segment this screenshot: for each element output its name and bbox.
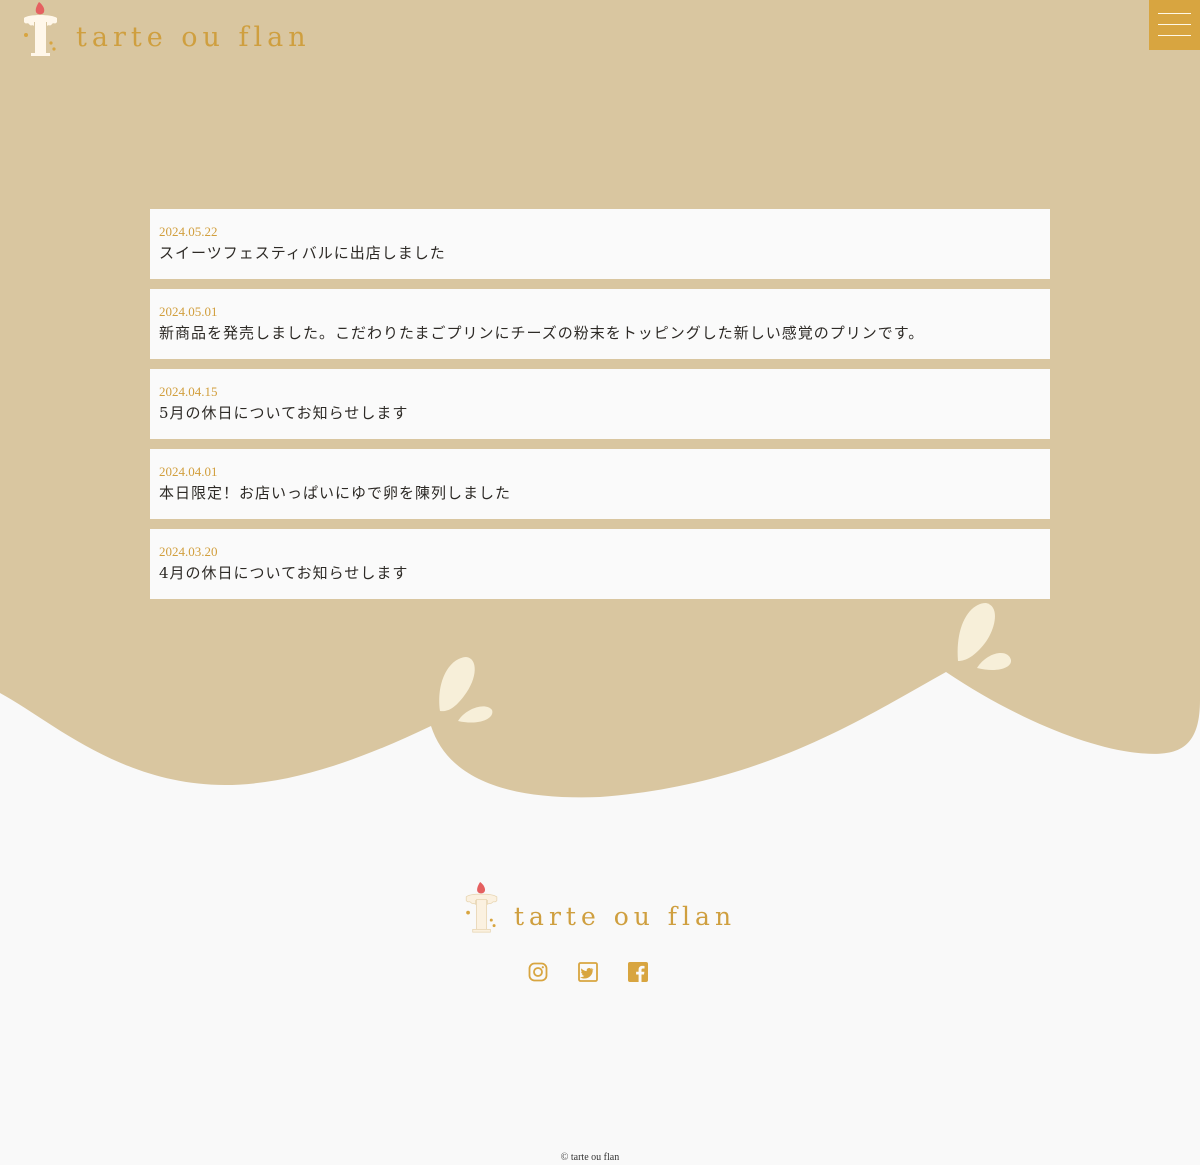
news-title: スイーツフェスティバルに出店しました [159,244,446,262]
news-date: 2024.05.01 [159,304,218,319]
menu-button[interactable] [1149,0,1200,50]
news-item[interactable]: 2024.05.01 新商品を発売しました。こだわりたまごプリンにチーズの粉末を… [150,289,1050,359]
news-item[interactable]: 2024.04.01 本日限定！お店いっぱいにゆで卵を陳列しました [150,449,1050,519]
news-title: 5月の休日についてお知らせします [159,404,409,422]
menu-line-bottom [1158,35,1191,36]
news-date: 2024.03.20 [159,544,218,559]
news-title: 本日限定！お店いっぱいにゆで卵を陳列しました [159,484,512,502]
news-title: 新商品を発売しました。こだわりたまごプリンにチーズの粉末をトッピングした新しい感… [159,324,925,342]
menu-line-middle [1158,24,1191,25]
news-item[interactable]: 2024.05.22 スイーツフェスティバルに出店しました [150,209,1050,279]
header-logo[interactable]: tarte ou flan [22,2,311,58]
social-links [528,962,648,982]
menu-line-top [1158,13,1191,14]
news-date: 2024.04.01 [159,464,218,479]
news-list: 2024.05.22 スイーツフェスティバルに出店しました 2024.05.01… [150,209,1050,609]
news-date: 2024.04.15 [159,384,218,399]
instagram-icon[interactable] [528,962,548,982]
facebook-icon[interactable] [628,962,648,982]
logo-wordmark: tarte ou flan [76,22,311,53]
logo-mark-icon [24,2,57,56]
footer-logo[interactable]: tarte ou flan [464,882,736,934]
logo-wordmark: tarte ou flan [514,902,737,931]
news-item[interactable]: 2024.04.15 5月の休日についてお知らせします [150,369,1050,439]
news-date: 2024.05.22 [159,224,218,239]
news-title: 4月の休日についてお知らせします [159,564,409,582]
twitter-icon[interactable] [578,962,598,982]
news-item[interactable]: 2024.03.20 4月の休日についてお知らせします [150,529,1050,599]
copyright: © tarte ou flan [560,1152,620,1163]
logo-mark-icon [465,882,498,933]
